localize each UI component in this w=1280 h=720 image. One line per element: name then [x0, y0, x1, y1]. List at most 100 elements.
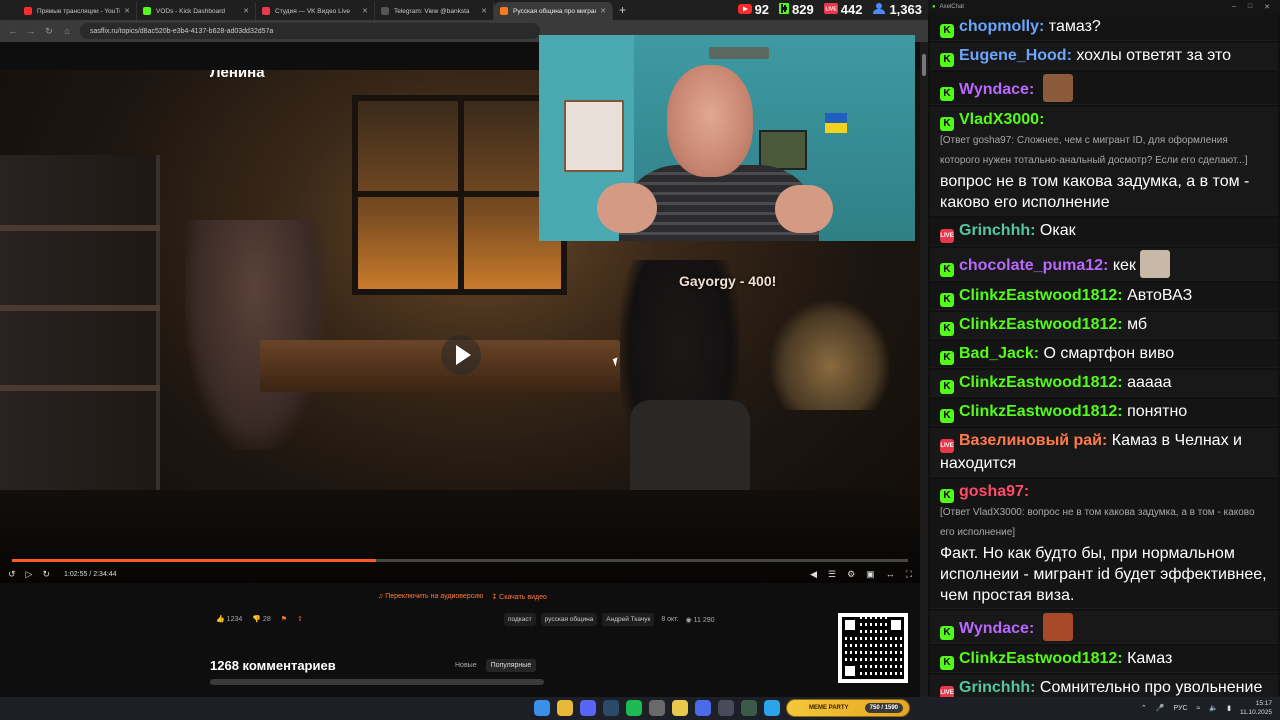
media-icon[interactable]: [695, 700, 711, 716]
spotify-icon[interactable]: [626, 700, 642, 716]
files-icon[interactable]: [672, 700, 688, 716]
chat-username[interactable]: Grinchhh: [959, 222, 1030, 239]
chat-message: K VladX3000: [Ответ gosha97: Сложнее, чем…: [930, 107, 1278, 216]
sort-new-tab[interactable]: Новые: [450, 659, 482, 672]
browser-tab[interactable]: Студия — VK Видео Live ✕: [256, 2, 375, 20]
sort-popular-tab[interactable]: Популярные: [485, 659, 537, 672]
network-icon[interactable]: ≈: [1197, 705, 1201, 712]
dislike-button[interactable]: 👎 28: [252, 615, 270, 623]
app-icon[interactable]: [718, 700, 734, 716]
back-arrow-icon[interactable]: ←: [8, 26, 18, 36]
home-icon[interactable]: ⌂: [62, 26, 72, 36]
audio-version-link[interactable]: ♫ Переключить на аудиоверсию: [378, 593, 483, 601]
forward-arrow-icon[interactable]: →: [26, 26, 36, 36]
vk-live-icon: LIVE: [940, 229, 954, 243]
obs-icon[interactable]: [649, 700, 665, 716]
chat-message: K Wyndace:: [930, 611, 1278, 644]
chat-message: LIVE Grinchhh: Окак: [930, 218, 1278, 246]
play-icon[interactable]: ▷: [26, 569, 33, 580]
chat-username[interactable]: ClinkzEastwood1812: [959, 287, 1117, 304]
browser-tab[interactable]: VODs - Kick Dashboard ✕: [137, 2, 256, 20]
tab-close-icon[interactable]: ✕: [362, 7, 368, 15]
share-icon[interactable]: ⇧: [297, 615, 303, 623]
topic-tag[interactable]: Андрей Ткачук: [602, 613, 655, 626]
chat-message: LIVE Grinchhh: Сомнительно про увольнение: [930, 675, 1278, 697]
chat-text: хохлы ответят за это: [1076, 47, 1232, 64]
topic-tag[interactable]: русская община: [540, 613, 598, 626]
chevron-up-icon[interactable]: ⌃: [1141, 704, 1147, 712]
scene-guest-left: [185, 220, 325, 450]
scene-window: [352, 95, 567, 295]
miniplayer-icon[interactable]: ▣: [866, 569, 875, 580]
bookmark-icon[interactable]: ⚑: [281, 615, 287, 623]
chat-username[interactable]: gosha97: [959, 483, 1024, 500]
system-tray: ⌃ 🎤 РУС ≈ 🔈 ▮ 15:17 11.10.2025: [1141, 699, 1272, 717]
tab-close-icon[interactable]: ✕: [600, 7, 606, 15]
comment-input[interactable]: [210, 679, 544, 685]
rewind-icon[interactable]: ↺: [8, 569, 16, 580]
theater-icon[interactable]: ↔: [886, 569, 895, 579]
speaker-icon[interactable]: 🔈: [1209, 704, 1218, 712]
chat-username[interactable]: Bad_Jack: [959, 345, 1034, 362]
url-input[interactable]: sasflix.ru/topics/d8ac520b-e3b4-4137-b62…: [80, 23, 540, 39]
discord-icon[interactable]: [580, 700, 596, 716]
chat-username[interactable]: Grinchhh: [959, 679, 1030, 696]
tab-close-icon[interactable]: ✕: [481, 7, 487, 15]
chrome-icon[interactable]: [557, 700, 573, 716]
telegram-icon[interactable]: [764, 700, 780, 716]
chat-username[interactable]: ClinkzEastwood1812: [959, 650, 1117, 667]
chat-username[interactable]: Вазелиновый рай: [959, 432, 1102, 449]
like-button[interactable]: 👍 1234: [216, 615, 242, 623]
chat-message: K ClinkzEastwood1812: АвтоВАЗ: [930, 283, 1278, 310]
browser-window: Прямые трансляции - YouTube✕VODs - Kick …: [0, 0, 928, 697]
kick-icon: K: [940, 293, 954, 307]
kick-icon: K: [940, 656, 954, 670]
chat-username[interactable]: ClinkzEastwood1812: [959, 374, 1117, 391]
clock[interactable]: 15:17 11.10.2025: [1240, 699, 1272, 717]
minimize-icon[interactable]: –: [1232, 3, 1236, 11]
close-icon[interactable]: ✕: [1264, 3, 1270, 11]
maximize-icon[interactable]: □: [1248, 3, 1252, 11]
time-current: 1:02:55 / 2:34:44: [64, 570, 117, 578]
topic-tag[interactable]: подкаст: [504, 613, 536, 626]
chat-username[interactable]: Eugene_Hood: [959, 47, 1067, 64]
volume-icon[interactable]: ◀: [810, 569, 817, 580]
playlist-icon[interactable]: ☰: [828, 569, 836, 580]
chat-text: ааааа: [1127, 374, 1172, 391]
video-progress-bar[interactable]: [12, 559, 908, 562]
chat-username[interactable]: VladX3000: [959, 111, 1039, 128]
chat-username[interactable]: ClinkzEastwood1812: [959, 403, 1117, 420]
fullscreen-icon[interactable]: ⛶: [906, 569, 912, 580]
meme-party-widget[interactable]: MEME PARTY 750 / 1590: [786, 699, 910, 717]
chat-username[interactable]: chopmolly: [959, 18, 1039, 35]
chat-username[interactable]: chocolate_puma12: [959, 257, 1103, 274]
new-tab-button[interactable]: +: [619, 3, 626, 17]
browser-tab[interactable]: Прямые трансляции - YouTube✕: [18, 2, 137, 20]
streamer-face: [667, 65, 753, 177]
terminal-icon[interactable]: [741, 700, 757, 716]
tab-close-icon[interactable]: ✕: [124, 7, 130, 15]
windows-start-icon[interactable]: [534, 700, 550, 716]
chat-text: кек: [1112, 257, 1136, 274]
browser-tab[interactable]: Telegram: View @banksta ✕: [375, 2, 494, 20]
play-button[interactable]: [441, 335, 481, 375]
tab-close-icon[interactable]: ✕: [243, 7, 249, 15]
total-viewers: 1,363: [872, 2, 922, 17]
reload-icon[interactable]: ↻: [44, 26, 54, 37]
chat-username[interactable]: Wyndace: [959, 620, 1029, 637]
language-indicator[interactable]: РУС: [1173, 705, 1187, 712]
steam-icon[interactable]: [603, 700, 619, 716]
page-scrollbar[interactable]: [920, 42, 928, 697]
forward-icon[interactable]: ↻: [42, 569, 50, 580]
chat-username[interactable]: ClinkzEastwood1812: [959, 316, 1117, 333]
kick-icon: K: [940, 322, 954, 336]
download-video-link[interactable]: ↧ Скачать видео: [491, 593, 547, 601]
vk-viewers: LIVE 442: [823, 1, 863, 17]
mic-icon[interactable]: 🎤: [1156, 704, 1165, 712]
video-progress-fill: [12, 559, 376, 562]
chat-username[interactable]: Wyndace: [959, 81, 1029, 98]
battery-icon[interactable]: ▮: [1227, 704, 1231, 712]
vk-live-icon: LIVE: [823, 2, 838, 17]
settings-gear-icon[interactable]: ⚙: [847, 569, 855, 580]
browser-tab[interactable]: Русская община про мигрант ✕: [494, 2, 613, 20]
